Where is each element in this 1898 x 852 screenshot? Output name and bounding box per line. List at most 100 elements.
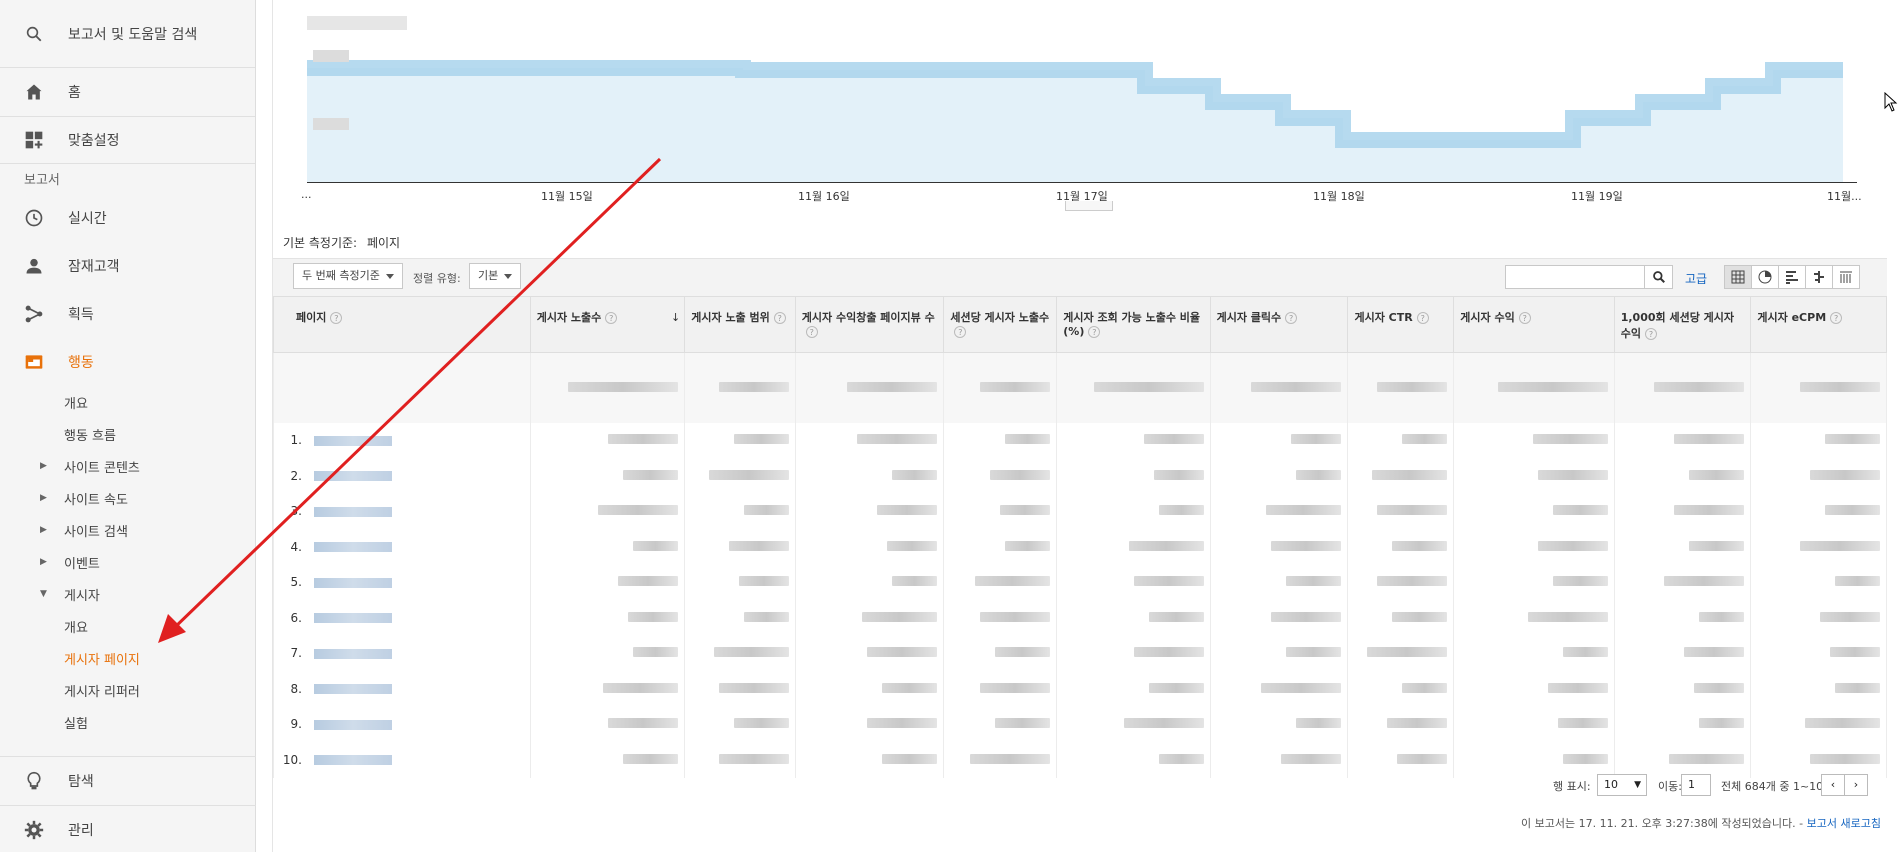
metric-cell [1613,529,1752,565]
sidebar-subitem-overview[interactable]: 개요 [0,386,255,418]
help-icon[interactable]: ? [605,312,618,324]
search-label: 보고서 및 도움말 검색 [68,26,198,43]
column-header-coverage[interactable]: 게시자 노출 범위? [684,296,796,353]
table-view-icon[interactable] [1724,265,1752,289]
column-header-ecpm[interactable]: 게시자 eCPM? [1750,296,1887,353]
goto-page-input[interactable]: 1 [1681,774,1711,796]
comparison-icon[interactable] [1805,265,1833,289]
x-axis [307,182,1857,183]
page-link[interactable] [314,471,392,482]
column-header-impressions[interactable]: 게시자 노출수? ↓ [529,296,686,353]
column-header-ctr[interactable]: 게시자 CTR? [1347,296,1455,353]
sidebar-subitem-site-speed[interactable]: ▶ 사이트 속도 [0,482,255,514]
sidebar-subitem-site-content[interactable]: ▶ 사이트 콘텐츠 [0,450,255,482]
metric-cell [684,742,796,778]
sidebar-subitem-behavior-flow[interactable]: 행동 흐름 [0,418,255,450]
blurred-value [1266,505,1342,516]
sidebar-item-home[interactable]: 홈 [0,68,255,116]
sidebar-subitem-experiments[interactable]: 실험 [0,706,255,738]
sidebar-item-acquisition[interactable]: 획득 [0,290,255,338]
next-page-button[interactable]: › [1844,774,1868,796]
help-icon[interactable]: ? [954,326,967,338]
metric-cell [1209,706,1349,742]
primary-dimension-label: 기본 측정기준: [283,236,358,250]
help-icon[interactable]: ? [1416,312,1429,324]
blurred-value [847,381,938,392]
blurred-value [975,576,1051,587]
page-link[interactable] [314,755,392,766]
sidebar-subitem-events[interactable]: ▶ 이벤트 [0,546,255,578]
pivot-icon[interactable] [1832,265,1860,289]
column-header-impressions-per-session[interactable]: 세션당 게시자 노출수? [943,296,1058,353]
secondary-dimension-dropdown[interactable]: 두 번째 측정기준 [293,263,403,289]
page-link[interactable] [314,684,392,695]
sidebar-item-audience[interactable]: 잠재고객 [0,242,255,290]
subitem-label: 이벤트 [64,556,100,572]
page-link[interactable] [314,648,392,659]
column-header-monetized-pageviews[interactable]: 게시자 수익창출 페이지뷰 수? [794,296,945,353]
advanced-filter-link[interactable]: 고급 [1685,270,1707,287]
table-search-input[interactable] [1505,265,1645,289]
blurred-value [1654,381,1745,392]
help-icon[interactable]: ? [1518,312,1531,324]
blurred-value [980,611,1051,622]
blurred-value [1261,682,1342,693]
metric-cell [1453,458,1615,494]
page-link[interactable] [314,435,392,446]
column-header-revenue-per-1000-sessions[interactable]: 1,000회 세션당 게시자 수익? [1613,296,1752,353]
prev-page-button[interactable]: ‹ [1821,774,1845,796]
column-header-viewable-ratio[interactable]: 게시자 조회 가능 노출수 비율(%)? [1056,296,1211,353]
metric-cell [943,564,1058,600]
column-header-page[interactable]: 페이지? [273,296,531,353]
help-icon[interactable]: ? [1088,326,1101,338]
table-row: 6. [273,600,1887,636]
help-icon[interactable]: ? [1830,312,1843,324]
pie-chart-icon[interactable] [1751,265,1779,289]
metric-cell [1453,564,1615,600]
metric-cell [1453,600,1615,636]
blurred-value [1689,469,1745,480]
metric-cell [529,742,686,778]
sidebar-item-behavior[interactable]: 행동 [0,338,255,386]
sidebar-subitem-publisher[interactable]: ▼ 게시자 [0,578,255,610]
column-header-clicks[interactable]: 게시자 클릭수? [1209,296,1349,353]
metric-cell [529,706,686,742]
metric-cell [529,458,686,494]
blurred-value [1557,718,1608,729]
blurred-value [1158,505,1204,516]
sidebar-subitem-publisher-referrers[interactable]: 게시자 리퍼러 [0,674,255,706]
sort-type-dropdown[interactable]: 기본 [469,263,522,289]
primary-dimension-value[interactable]: 페이지 [367,236,400,250]
rows-per-page-select[interactable]: 10 ▼ [1597,774,1647,796]
metric-cell [1209,564,1349,600]
column-header-revenue[interactable]: 게시자 수익? [1453,296,1615,353]
page-link[interactable] [314,719,392,730]
metric-cell [1347,458,1455,494]
sidebar-item-customization[interactable]: 맞춤설정 [0,116,255,164]
help-icon[interactable]: ? [805,326,818,338]
sidebar-subitem-publisher-overview[interactable]: 개요 [0,610,255,642]
search-reports-button[interactable]: 보고서 및 도움말 검색 [0,0,255,68]
sidebar-item-label: 탐색 [68,774,94,790]
page-link[interactable] [314,613,392,624]
chart-collapse-handle[interactable] [1065,201,1113,211]
sidebar-subitem-site-search[interactable]: ▶ 사이트 검색 [0,514,255,546]
page-link[interactable] [314,577,392,588]
metric-cell [794,742,945,778]
page-link[interactable] [314,542,392,553]
bar-view-icon[interactable] [1778,265,1806,289]
page-link[interactable] [314,506,392,517]
help-icon[interactable]: ? [773,312,786,324]
table-search-button[interactable] [1645,265,1673,289]
help-icon[interactable]: ? [1285,312,1298,324]
help-icon[interactable]: ? [1644,328,1657,340]
sidebar-item-explore[interactable]: 탐색 [0,757,256,805]
search-icon [24,24,44,44]
help-icon[interactable]: ? [330,312,343,324]
blurred-value [718,753,789,764]
table-row: 1. [273,422,1887,458]
sidebar-subitem-publisher-pages[interactable]: 게시자 페이지 [0,642,255,674]
sidebar-item-admin[interactable]: 관리 [0,805,256,852]
sidebar-item-realtime[interactable]: 실시간 [0,194,255,242]
refresh-report-link[interactable]: 보고서 새로고침 [1807,817,1881,830]
